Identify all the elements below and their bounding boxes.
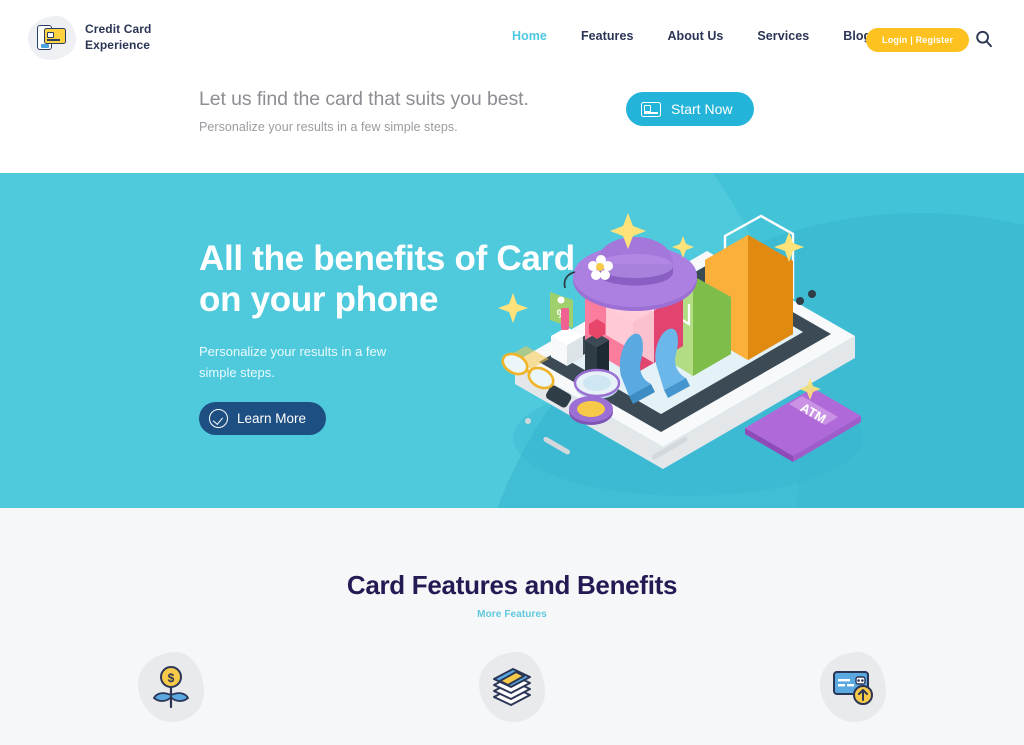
nav-item-about-us[interactable]: About Us	[650, 29, 740, 43]
card-upload-icon	[820, 652, 887, 722]
nav-item-features[interactable]: Features	[564, 29, 651, 43]
more-features-link[interactable]: More Features	[0, 609, 1024, 620]
feature-item[interactable]	[341, 652, 682, 722]
isometric-phone-shopping-illustration: ATM	[493, 188, 893, 498]
nav-item-services[interactable]: Services	[740, 29, 826, 43]
hero-section: All the benefits of Card, on your phone …	[0, 173, 1024, 508]
features-title: Card Features and Benefits	[346, 570, 678, 600]
nav-item-home[interactable]: Home	[495, 29, 564, 43]
login-register-button[interactable]: Login | Register	[866, 28, 970, 52]
hero-subtext-line-2: simple steps.	[199, 365, 275, 381]
hero-subtext: Personalize your results in a few simple…	[199, 341, 386, 384]
start-now-button[interactable]: Start Now	[626, 92, 755, 126]
brand-line-2: Experience	[85, 38, 151, 52]
learn-more-button[interactable]: Learn More	[199, 402, 327, 435]
brand-logo[interactable]: Credit Card Experience	[28, 16, 151, 60]
search-icon[interactable]	[974, 29, 994, 49]
check-circle-icon	[209, 409, 228, 428]
cash-stack-icon	[478, 652, 545, 722]
start-now-label: Start Now	[671, 101, 733, 117]
money-plant-icon: $	[137, 652, 204, 722]
brand-name: Credit Card Experience	[85, 22, 151, 54]
features-grid: $	[0, 652, 1024, 722]
hero-title-line-2: on your phone	[199, 280, 439, 320]
subheader-headline: Let us find the card that suits you best…	[199, 88, 529, 110]
feature-item[interactable]	[683, 652, 1024, 722]
top-navigation-bar: Credit Card Experience Home Features Abo…	[0, 0, 1024, 75]
svg-text:$: $	[167, 671, 174, 685]
learn-more-label: Learn More	[237, 411, 307, 426]
subheader-block: Let us find the card that suits you best…	[199, 88, 529, 134]
landing-page: Credit Card Experience Home Features Abo…	[0, 0, 1024, 745]
hero-subtext-line-1: Personalize your results in a few	[199, 344, 387, 359]
subheader-subtext: Personalize your results in a few simple…	[199, 120, 458, 134]
brand-line-1: Credit Card	[85, 22, 152, 37]
phone-card-logo-icon	[28, 16, 76, 60]
features-section: Card Features and Benefits More Features…	[0, 508, 1024, 745]
id-card-icon	[641, 101, 661, 117]
logo-card-shape	[44, 28, 66, 44]
feature-item[interactable]: $	[0, 652, 341, 722]
